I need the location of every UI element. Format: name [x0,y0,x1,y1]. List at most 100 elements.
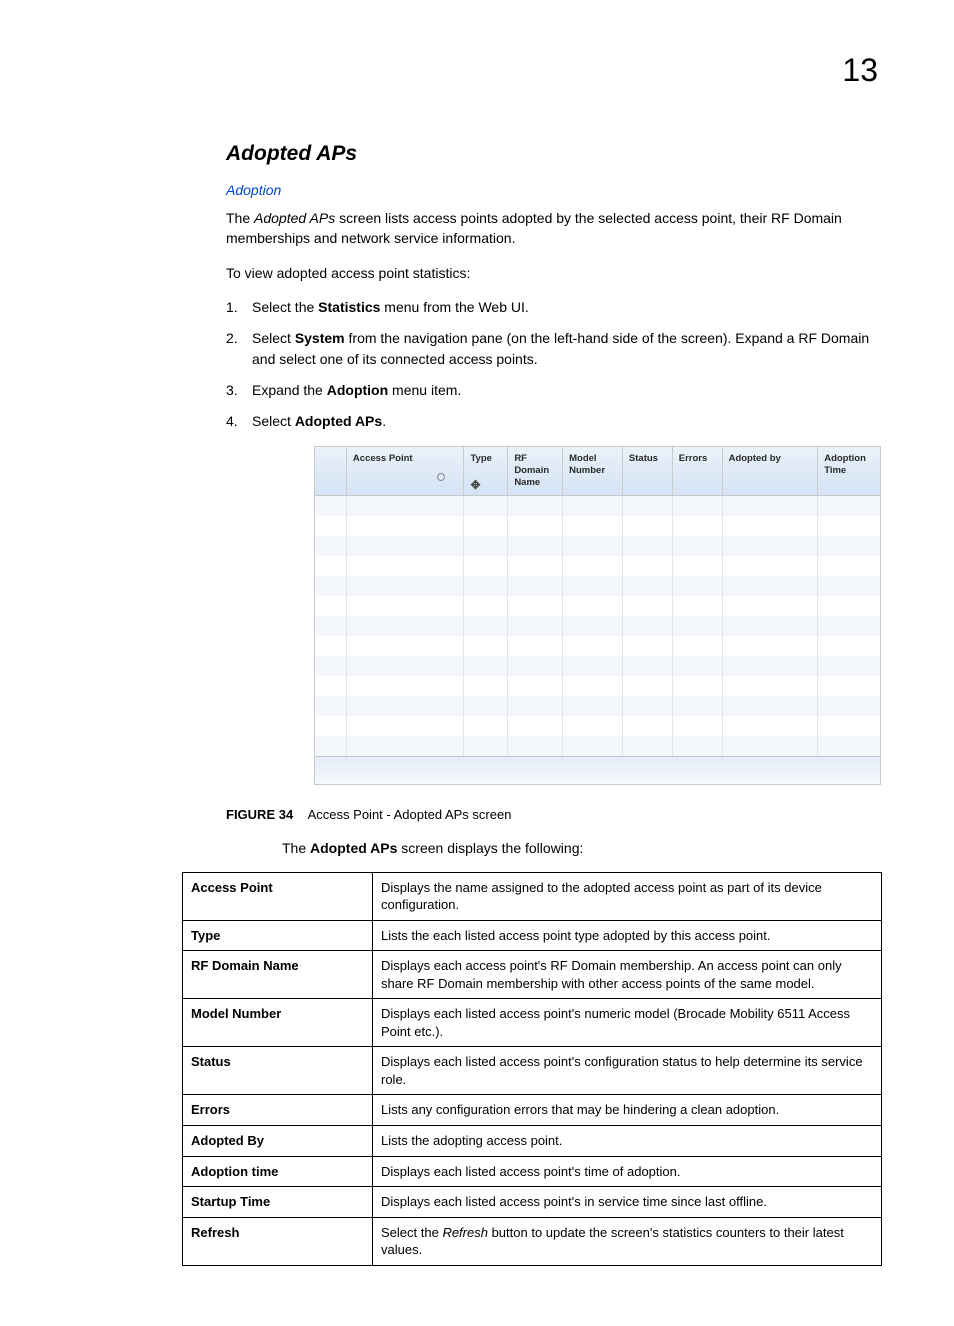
definition-term: Type [183,920,373,951]
steps-list: 1. Select the Statistics menu from the W… [226,297,878,432]
table-cell [347,636,465,656]
table-cell [347,576,465,596]
table-row [315,696,880,716]
table-row [315,556,880,576]
definition-term: Startup Time [183,1187,373,1218]
table-cell [508,556,563,576]
table-column-header[interactable]: Errors [673,447,723,496]
page-number: 13 [842,52,878,89]
text: Expand the [252,382,327,398]
text: screen displays the following: [397,840,583,856]
table-cell [673,676,723,696]
text: Select [252,413,295,429]
table-cell [563,616,623,636]
table-column-header[interactable]: Model Number [563,447,623,496]
table-column-header[interactable]: Adoption Time [818,447,880,496]
table-row [315,516,880,536]
table-cell [464,716,508,736]
table-cell [673,636,723,656]
definition-term: Adopted By [183,1125,373,1156]
column-header-label: Type [470,453,491,464]
table-cell [563,556,623,576]
table-cell [818,716,880,736]
text-bold: Statistics [318,299,380,315]
table-cell [347,676,465,696]
table-row: Model NumberDisplays each listed access … [183,999,882,1047]
adoption-link[interactable]: Adoption [226,182,878,198]
table-cell [723,556,819,576]
table-cell [315,676,347,696]
table-column-header[interactable]: Adopted by [723,447,819,496]
table-cell [623,516,673,536]
text-bold: Adopted APs [310,840,397,856]
definition-description: Displays each listed access point's conf… [373,1047,882,1095]
table-cell [464,696,508,716]
table-row: RefreshSelect the Refresh button to upda… [183,1217,882,1265]
table-cell [315,616,347,636]
table-row: Adopted ByLists the adopting access poin… [183,1125,882,1156]
table-cell [818,656,880,676]
definition-term: Errors [183,1095,373,1126]
table-column-header[interactable]: Status [623,447,673,496]
list-item: 2. Select System from the navigation pan… [226,328,878,370]
table-cell [347,696,465,716]
table-row [315,716,880,736]
text: menu item. [388,382,461,398]
table-cell [508,716,563,736]
table-column-header[interactable]: RF Domain Name [508,447,563,496]
table-row: TypeLists the each listed access point t… [183,920,882,951]
column-resize-icon: ✥ [470,478,480,493]
table-row: Startup TimeDisplays each listed access … [183,1187,882,1218]
table-cell [315,576,347,596]
table-cell [347,496,465,516]
text: Select the [252,299,318,315]
table-cell [315,656,347,676]
table-cell [347,536,465,556]
table-cell [347,596,465,616]
table-cell [673,536,723,556]
table-cell [818,576,880,596]
sort-indicator-icon [437,473,445,481]
table-cell [723,516,819,536]
table-cell [623,576,673,596]
table-cell [818,696,880,716]
table-cell [673,696,723,716]
text: menu from the Web UI. [380,299,528,315]
text: The [282,840,310,856]
table-cell [563,716,623,736]
table-cell [563,736,623,756]
table-cell [347,616,465,636]
table-cell [347,656,465,676]
table-cell [464,516,508,536]
table-cell [563,516,623,536]
text: Select [252,330,295,346]
table-cell [464,656,508,676]
definition-term: Model Number [183,999,373,1047]
column-header-label: Errors [679,453,708,464]
column-header-label: Adoption Time [824,453,866,476]
list-marker: 1. [226,297,238,318]
table-cell [464,556,508,576]
table-header-row: Access Point Type ✥ RF Domain NameModel Num… [315,447,880,496]
table-column-header[interactable]: Type ✥ [464,447,508,496]
table-cell [818,516,880,536]
definition-term: RF Domain Name [183,951,373,999]
list-marker: 3. [226,380,238,401]
table-cell [623,596,673,616]
table-cell [723,736,819,756]
list-marker: 2. [226,328,238,349]
table-cell [623,636,673,656]
table-cell [723,536,819,556]
definition-description: Displays each listed access point's time… [373,1156,882,1187]
table-column-header[interactable]: Access Point [347,447,465,496]
table-cell [673,496,723,516]
table-row [315,576,880,596]
table-cell [508,676,563,696]
table-cell [673,656,723,676]
text: . [382,413,386,429]
table-cell [464,496,508,516]
intro-paragraph: The Adopted APs screen lists access poin… [226,208,878,249]
table-cell [723,616,819,636]
table-cell [563,496,623,516]
definition-table: Access PointDisplays the name assigned t… [182,872,882,1266]
